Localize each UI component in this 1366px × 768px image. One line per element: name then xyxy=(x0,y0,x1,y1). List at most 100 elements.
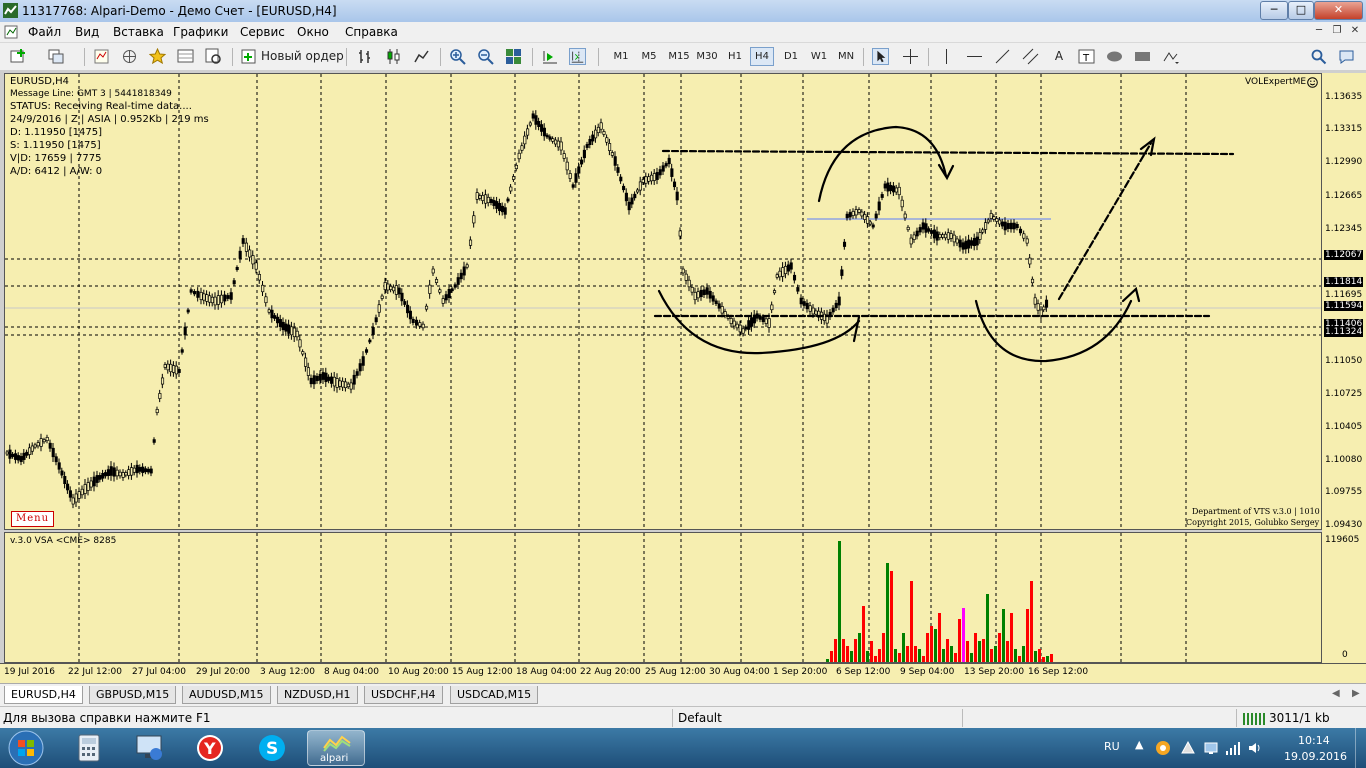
minimize-button[interactable]: ─ xyxy=(1260,1,1288,20)
market-watch-icon[interactable] xyxy=(93,48,110,65)
timeframe-w1-button[interactable]: W1 xyxy=(808,47,830,66)
ellipse-tool-icon[interactable] xyxy=(1106,48,1123,65)
text-tool-icon[interactable]: A xyxy=(1050,47,1068,66)
tab-nzdusd-h1[interactable]: NZDUSD,H1 xyxy=(277,686,358,704)
tester-icon[interactable] xyxy=(205,48,222,65)
menu-tools[interactable]: Сервис xyxy=(240,25,285,39)
remote-desktop-app-icon[interactable] xyxy=(122,730,176,766)
price-label: 1.10080 xyxy=(1325,455,1363,465)
volume-line: V|D: 17659 | 7775 xyxy=(10,153,102,164)
tab-usdcad-m15[interactable]: USDCAD,M15 xyxy=(450,686,539,704)
clock-time[interactable]: 10:14 xyxy=(1298,734,1330,747)
price-axis[interactable]: 1.13635 1.13315 1.12990 1.12665 1.12345 1.120… xyxy=(1322,73,1366,663)
menu-window[interactable]: Окно xyxy=(297,25,329,39)
candle-body xyxy=(287,324,291,334)
bar-chart-icon[interactable] xyxy=(357,48,374,65)
tray-update-icon[interactable] xyxy=(1180,740,1196,756)
timeframe-m1-button[interactable]: M1 xyxy=(610,47,632,66)
candle xyxy=(101,469,105,482)
language-indicator[interactable]: RU xyxy=(1104,740,1120,753)
trendline-icon[interactable] xyxy=(994,48,1011,65)
candle-body xyxy=(315,375,319,382)
new-order-button[interactable]: Новый ордер xyxy=(261,47,344,66)
cursor-icon[interactable] xyxy=(872,48,889,65)
show-desktop-button[interactable] xyxy=(1355,728,1366,768)
expert-smiley-icon[interactable] xyxy=(1307,77,1318,88)
timeframe-mn-button[interactable]: MN xyxy=(834,47,858,66)
tab-scroll-left-icon[interactable]: ◀ xyxy=(1332,688,1340,699)
tray-volume-icon[interactable] xyxy=(1247,740,1263,756)
new-order-icon[interactable] xyxy=(241,48,258,65)
mdi-restore-button[interactable]: ❐ xyxy=(1330,25,1344,38)
chat-icon[interactable] xyxy=(1338,48,1355,65)
timeframe-m5-button[interactable]: M5 xyxy=(638,47,660,66)
vsa-indicator-window[interactable]: v.3.0 VSA <CME> 8285 xyxy=(4,532,1322,663)
chart-window-icon[interactable] xyxy=(4,25,18,39)
candle-body xyxy=(1015,223,1019,229)
terminal-icon[interactable] xyxy=(177,48,194,65)
tray-arrow-icon[interactable]: ▲ xyxy=(1135,738,1143,751)
candle xyxy=(169,359,173,377)
candle xyxy=(978,228,982,244)
new-chart-icon[interactable] xyxy=(10,48,27,65)
candle xyxy=(431,266,435,276)
tab-audusd-m15[interactable]: AUDUSD,M15 xyxy=(182,686,271,704)
candle-body xyxy=(548,136,552,140)
auto-scroll-icon[interactable] xyxy=(541,48,558,65)
horizontal-line-icon[interactable] xyxy=(966,48,983,65)
calculator-app-icon[interactable] xyxy=(62,730,116,766)
favorites-icon[interactable] xyxy=(149,48,166,65)
price-chart[interactable]: EURUSD,H4 Message Line: GMT 3 | 54418183… xyxy=(4,73,1322,530)
tab-eurusd-h4[interactable]: EURUSD,H4 xyxy=(4,686,83,704)
line-chart-icon[interactable] xyxy=(413,48,430,65)
tab-usdchf-h4[interactable]: USDCHF,H4 xyxy=(364,686,443,704)
mdi-minimize-button[interactable]: ─ xyxy=(1312,25,1326,38)
rectangle-tool-icon[interactable] xyxy=(1134,48,1151,65)
time-axis[interactable]: 19 Jul 2016 22 Jul 12:00 27 Jul 04:00 29 Ju… xyxy=(0,663,1366,684)
timeframe-h4-button[interactable]: H4 xyxy=(750,47,774,66)
timeframe-m15-button[interactable]: M15 xyxy=(666,47,692,66)
chart-shift-icon[interactable] xyxy=(569,48,586,65)
tab-gbpusd-m15[interactable]: GBPUSD,M15 xyxy=(89,686,177,704)
yandex-browser-icon[interactable]: Y xyxy=(183,730,237,766)
tray-app-icon[interactable] xyxy=(1155,740,1171,756)
vertical-line-icon[interactable] xyxy=(938,48,955,65)
menu-view[interactable]: Вид xyxy=(75,25,99,39)
skype-app-icon[interactable]: S xyxy=(245,730,299,766)
equidistant-channel-icon[interactable] xyxy=(1022,48,1039,65)
candle xyxy=(403,298,407,308)
candle xyxy=(967,234,971,254)
candle-body xyxy=(298,339,302,348)
timeframe-d1-button[interactable]: D1 xyxy=(780,47,802,66)
close-button[interactable]: ✕ xyxy=(1314,1,1363,20)
more-objects-icon[interactable] xyxy=(1162,48,1179,65)
zoom-in-icon[interactable] xyxy=(449,48,466,65)
start-button-icon[interactable] xyxy=(6,729,46,767)
candle xyxy=(95,470,99,488)
candle xyxy=(447,284,451,303)
tray-network-icon[interactable] xyxy=(1203,740,1219,756)
candle xyxy=(802,298,806,309)
alpari-app-button[interactable]: alpari xyxy=(307,730,365,766)
navigator-icon[interactable] xyxy=(121,48,138,65)
tray-signal-icon[interactable] xyxy=(1225,740,1241,756)
search-icon[interactable] xyxy=(1310,48,1327,65)
maximize-button[interactable]: □ xyxy=(1288,1,1314,20)
menu-charts[interactable]: Графики xyxy=(173,25,228,39)
zoom-out-icon[interactable] xyxy=(477,48,494,65)
clock-date[interactable]: 19.09.2016 xyxy=(1284,750,1347,763)
timeframe-h1-button[interactable]: H1 xyxy=(724,47,746,66)
timeframe-m30-button[interactable]: M30 xyxy=(694,47,720,66)
text-label-icon[interactable]: T xyxy=(1078,48,1095,65)
menu-button[interactable]: Menu xyxy=(11,511,55,527)
profiles-icon[interactable] xyxy=(48,48,65,65)
menu-insert[interactable]: Вставка xyxy=(113,25,164,39)
tab-scroll-right-icon[interactable]: ▶ xyxy=(1352,688,1360,699)
menu-help[interactable]: Справка xyxy=(345,25,398,39)
candlestick-icon[interactable] xyxy=(385,48,402,65)
candle xyxy=(591,130,595,146)
tile-windows-icon[interactable] xyxy=(505,48,522,65)
mdi-close-button[interactable]: ✕ xyxy=(1348,25,1362,38)
crosshair-icon[interactable] xyxy=(902,48,919,65)
menu-file[interactable]: Файл xyxy=(28,25,61,39)
